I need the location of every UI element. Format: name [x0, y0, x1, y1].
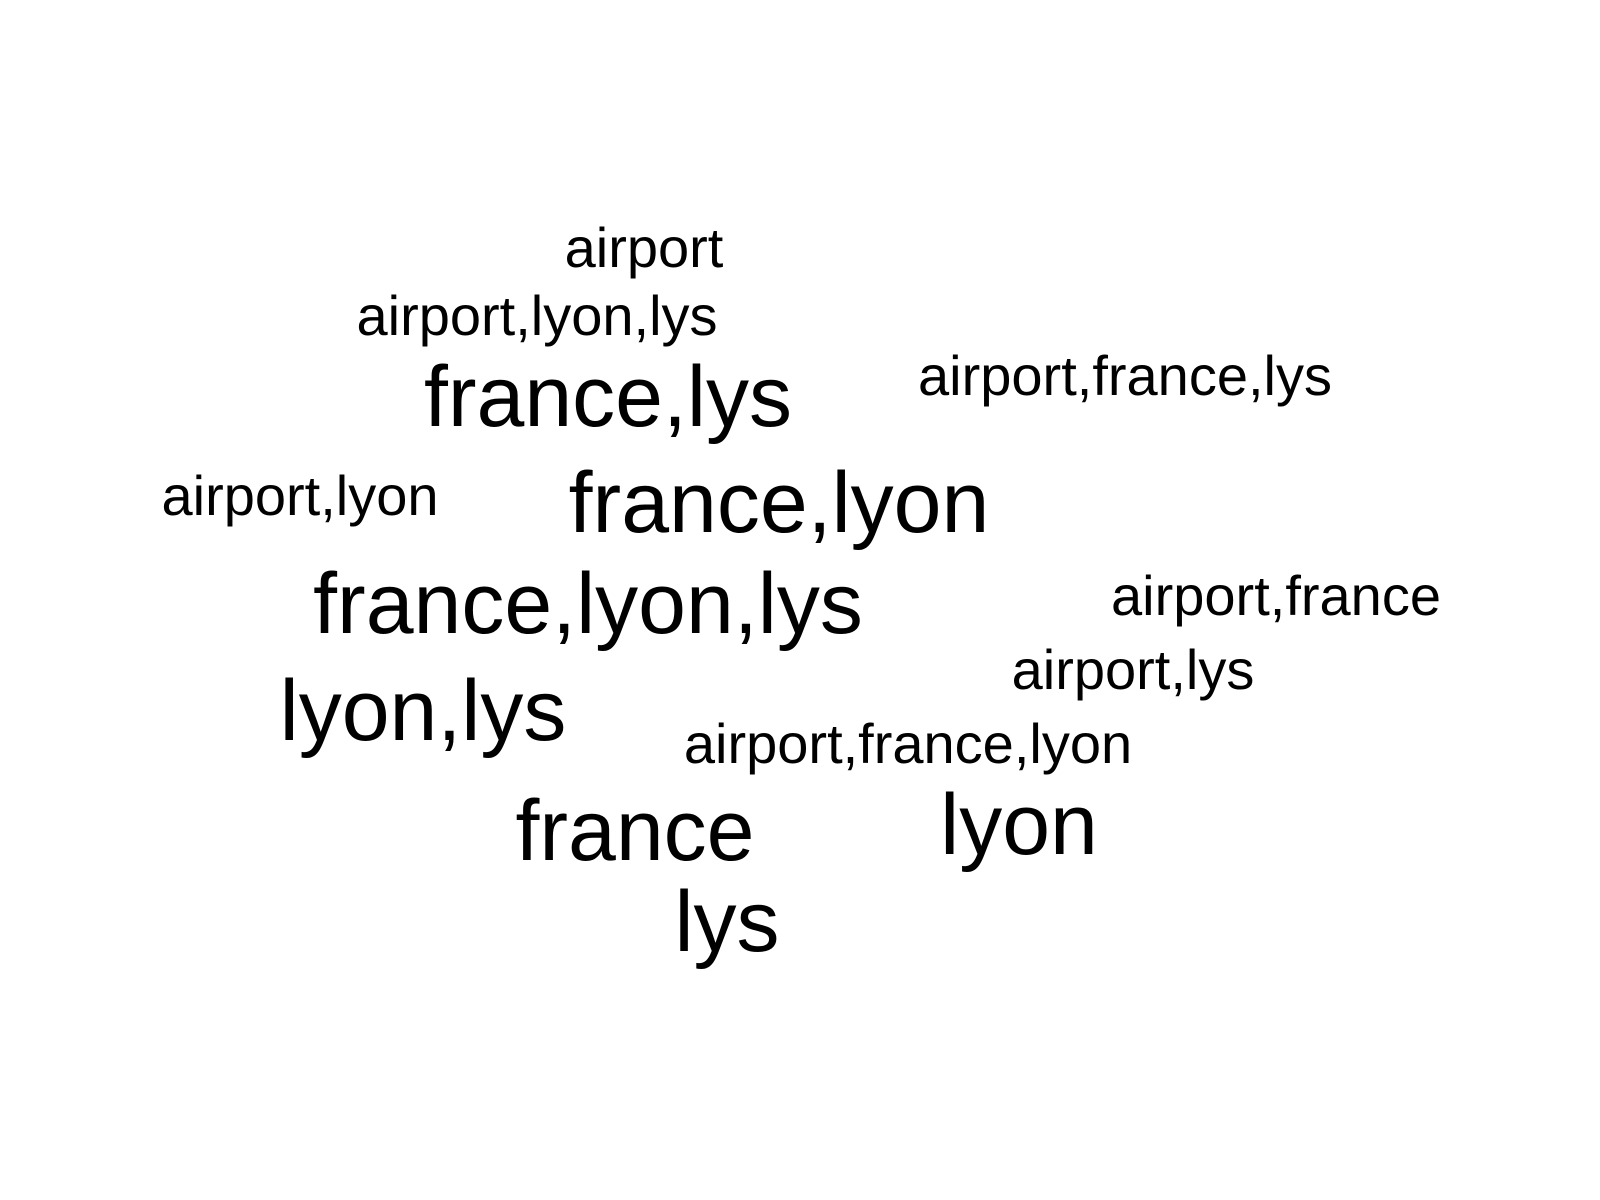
word-airport-lyon-lys: airport,lyon,lys — [356, 284, 718, 347]
word-airport-france-lys: airport,france,lys — [918, 344, 1332, 407]
word-france: france — [515, 783, 755, 879]
word-france-lys: france,lys — [423, 349, 793, 445]
word-lys: lys — [674, 874, 780, 970]
word-cloud: airport airport,lyon,lys france,lys airp… — [0, 0, 1600, 1200]
word-lyon-lys: lyon,lys — [279, 663, 567, 759]
word-airport: airport — [564, 216, 724, 279]
word-airport-france: airport,france — [1111, 564, 1441, 627]
word-france-lyon-lys: france,lyon,lys — [313, 556, 863, 652]
word-airport-france-lyon: airport,france,lyon — [683, 712, 1133, 775]
word-lyon: lyon — [940, 777, 1098, 873]
word-airport-lys: airport,lys — [1011, 638, 1255, 701]
word-airport-lyon: airport,lyon — [161, 464, 439, 527]
word-france-lyon: france,lyon — [568, 455, 990, 551]
